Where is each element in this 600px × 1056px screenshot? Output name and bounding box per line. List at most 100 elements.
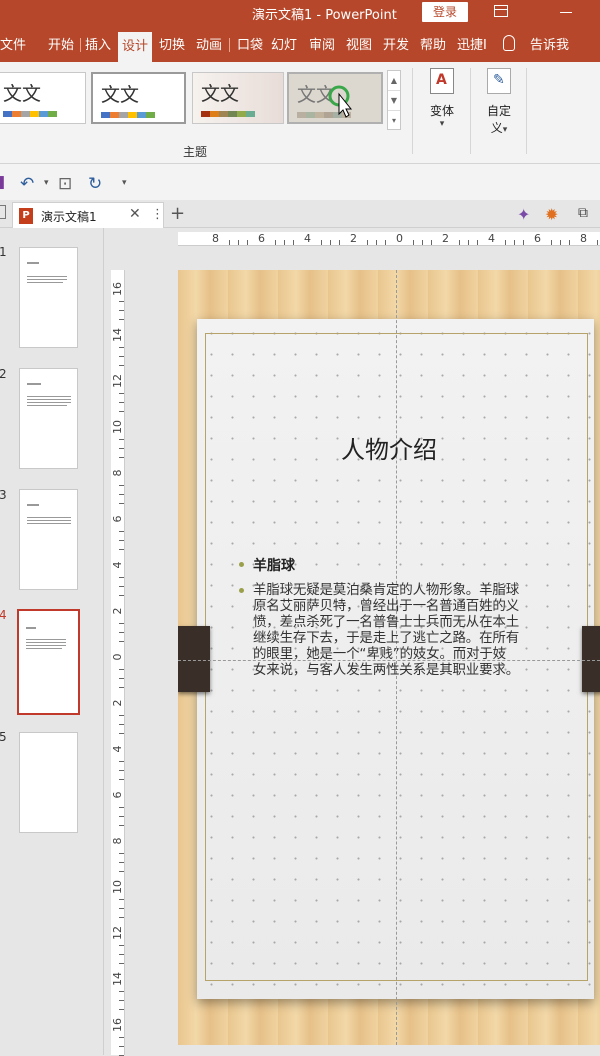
gallery-more-icon[interactable]: ▾ — [388, 111, 400, 131]
thumbnail-line — [26, 639, 66, 640]
ruler-label: 12 — [111, 374, 124, 388]
document-tab[interactable]: P 演示文稿1 ✕ ⋮ — [12, 202, 164, 228]
thumbnail-line — [27, 399, 71, 400]
restore-window-icon[interactable]: ⧉ — [578, 205, 588, 221]
ruler-tick — [119, 715, 124, 716]
slide-thumbnail-5[interactable] — [19, 732, 78, 833]
body-line: 女来说，与客人发生两性关系是其职业要求。 — [253, 662, 519, 678]
scroll-up-icon[interactable]: ▲ — [388, 71, 400, 91]
theme-gallery-scroll[interactable]: ▲ ▼ ▾ — [387, 70, 401, 130]
theme-sample-text: 文文 — [3, 83, 42, 105]
tab-view[interactable]: 视图 — [346, 34, 372, 53]
theme-thumbnail-office-theme[interactable]: 文文 — [91, 72, 186, 124]
slide-canvas[interactable]: 人物介绍 羊脂球 羊脂球无疑是莫泊桑肯定的人物形象。羊脂球 原名艾丽萨贝特，曾经… — [178, 270, 600, 1045]
thumbnail-line — [27, 396, 71, 397]
customize-icon: ✎ — [487, 68, 511, 94]
bullet-heading[interactable]: 羊脂球 — [253, 555, 295, 575]
tell-me-search[interactable]: 告诉我 — [530, 34, 569, 53]
slide-title[interactable]: 人物介绍 — [178, 430, 600, 465]
ruler-tick — [119, 448, 124, 449]
customize-button[interactable]: ✎ 自定 义▾ — [476, 68, 522, 136]
tab-animations[interactable]: 动画 — [196, 34, 222, 53]
slide-body-text[interactable]: 羊脂球无疑是莫泊桑肯定的人物形象。羊脂球 原名艾丽萨贝特，曾经出于一名普通百姓的… — [253, 582, 551, 678]
ruler-tick — [505, 240, 506, 245]
variants-icon: A — [430, 68, 454, 94]
new-tab-icon[interactable]: + — [170, 203, 185, 224]
ruler-tick — [413, 240, 414, 245]
ruler-tick — [119, 641, 124, 642]
tab-transitions[interactable]: 切换 — [159, 34, 185, 53]
redo-icon[interactable]: ↻ — [88, 174, 102, 194]
ruler-label: 10 — [111, 420, 124, 434]
tab-pocket[interactable]: 口袋 — [237, 34, 263, 53]
tab-design[interactable]: 设计 — [118, 32, 153, 62]
tab-home[interactable]: 开始 — [48, 34, 74, 53]
ribbon-display-options-icon[interactable] — [494, 5, 508, 17]
document-tab-strip: P 演示文稿1 ✕ ⋮ + ✦ ✹ ⧉ — [0, 200, 600, 228]
customize-qat-icon[interactable]: ▾ — [122, 178, 127, 188]
gear-icon[interactable]: ✹ — [545, 205, 558, 224]
theme-sample-text: 文文 — [201, 83, 240, 105]
slide-thumbnail-2[interactable] — [19, 368, 78, 469]
thumbnail-line — [27, 523, 71, 524]
tab-review[interactable]: 审阅 — [309, 34, 335, 53]
thumbnail-line — [27, 276, 67, 277]
ruler-tick — [468, 240, 469, 245]
file-icon[interactable] — [0, 205, 6, 219]
undo-icon[interactable]: ↶ — [20, 174, 34, 194]
ruler-label: 8 — [111, 837, 124, 845]
ruler-tick — [523, 240, 524, 245]
group-separator — [412, 68, 413, 154]
variants-button[interactable]: A 变体 ▾ — [419, 68, 465, 129]
ruler-tick — [119, 365, 124, 366]
ruler-tick — [119, 945, 124, 946]
theme-thumbnail-wood[interactable]: 文文 — [287, 72, 383, 124]
customize-label-2: 义▾ — [476, 119, 522, 136]
ruler-label: 14 — [111, 972, 124, 986]
save-icon[interactable]: ▮ — [0, 172, 5, 192]
chevron-down-icon: ▾ — [439, 119, 445, 129]
lightbulb-icon[interactable] — [503, 35, 515, 51]
theme-thumbnail-office[interactable]: 文文 — [0, 72, 86, 124]
undo-dropdown-icon[interactable]: ▾ — [44, 178, 49, 188]
slide-thumbnail-3[interactable] — [19, 489, 78, 590]
body-line: 愤，差点杀死了一名普鲁士士兵而无从在本土 — [253, 614, 519, 630]
body-line: 羊脂球无疑是莫泊桑肯定的人物形象。羊脂球 — [253, 582, 519, 598]
slide-thumbnail-1[interactable] — [19, 247, 78, 348]
tab-help[interactable]: 帮助 — [420, 34, 446, 53]
tab-file[interactable]: 文件 — [0, 34, 26, 53]
ruler-tick — [551, 240, 552, 245]
slide-thumbnail-4[interactable] — [17, 609, 80, 715]
magic-wand-icon[interactable]: ✦ — [517, 205, 530, 224]
ruler-label: 6 — [534, 232, 541, 245]
ruler-tick — [119, 991, 124, 992]
scroll-down-icon[interactable]: ▼ — [388, 91, 400, 111]
ruler-tick — [119, 871, 124, 872]
tab-developer[interactable]: 开发 — [383, 34, 409, 53]
tab-separator — [229, 38, 230, 52]
slide-thumbnail-pane: 1 2 3 4 5 — [0, 228, 104, 1055]
ruler-tick — [477, 240, 478, 245]
thumbnail-line — [27, 383, 41, 385]
ruler-tick — [119, 963, 124, 964]
theme-color-swatches — [3, 111, 57, 117]
login-button[interactable]: 登录 — [422, 2, 468, 22]
tab-insert[interactable]: 插入 — [85, 34, 111, 53]
ruler-tick — [119, 761, 124, 762]
ruler-tick — [119, 899, 124, 900]
vertical-ruler: 16 14 12 10 8 6 4 2 0 2 4 6 8 10 12 14 16 — [111, 270, 125, 1056]
close-icon[interactable]: ✕ — [129, 206, 141, 222]
tab-xunjie[interactable]: 迅捷I — [457, 34, 487, 53]
ruler-tick — [119, 310, 124, 311]
ruler-label: 2 — [442, 232, 449, 245]
ruler-tick — [119, 494, 124, 495]
ruler-tick — [247, 240, 248, 245]
ruler-tick — [119, 724, 124, 725]
present-from-start-icon[interactable]: ⊡ — [58, 174, 72, 194]
tab-slideshow[interactable]: 幻灯 — [271, 34, 297, 53]
ruler-label: 8 — [111, 469, 124, 477]
title-bar: 演示文稿1 - PowerPoint 登录 — [0, 0, 600, 26]
minimize-icon[interactable] — [560, 12, 572, 13]
theme-thumbnail-textured[interactable]: 文文 — [192, 72, 284, 124]
more-options-icon[interactable]: ⋮ — [151, 207, 164, 222]
